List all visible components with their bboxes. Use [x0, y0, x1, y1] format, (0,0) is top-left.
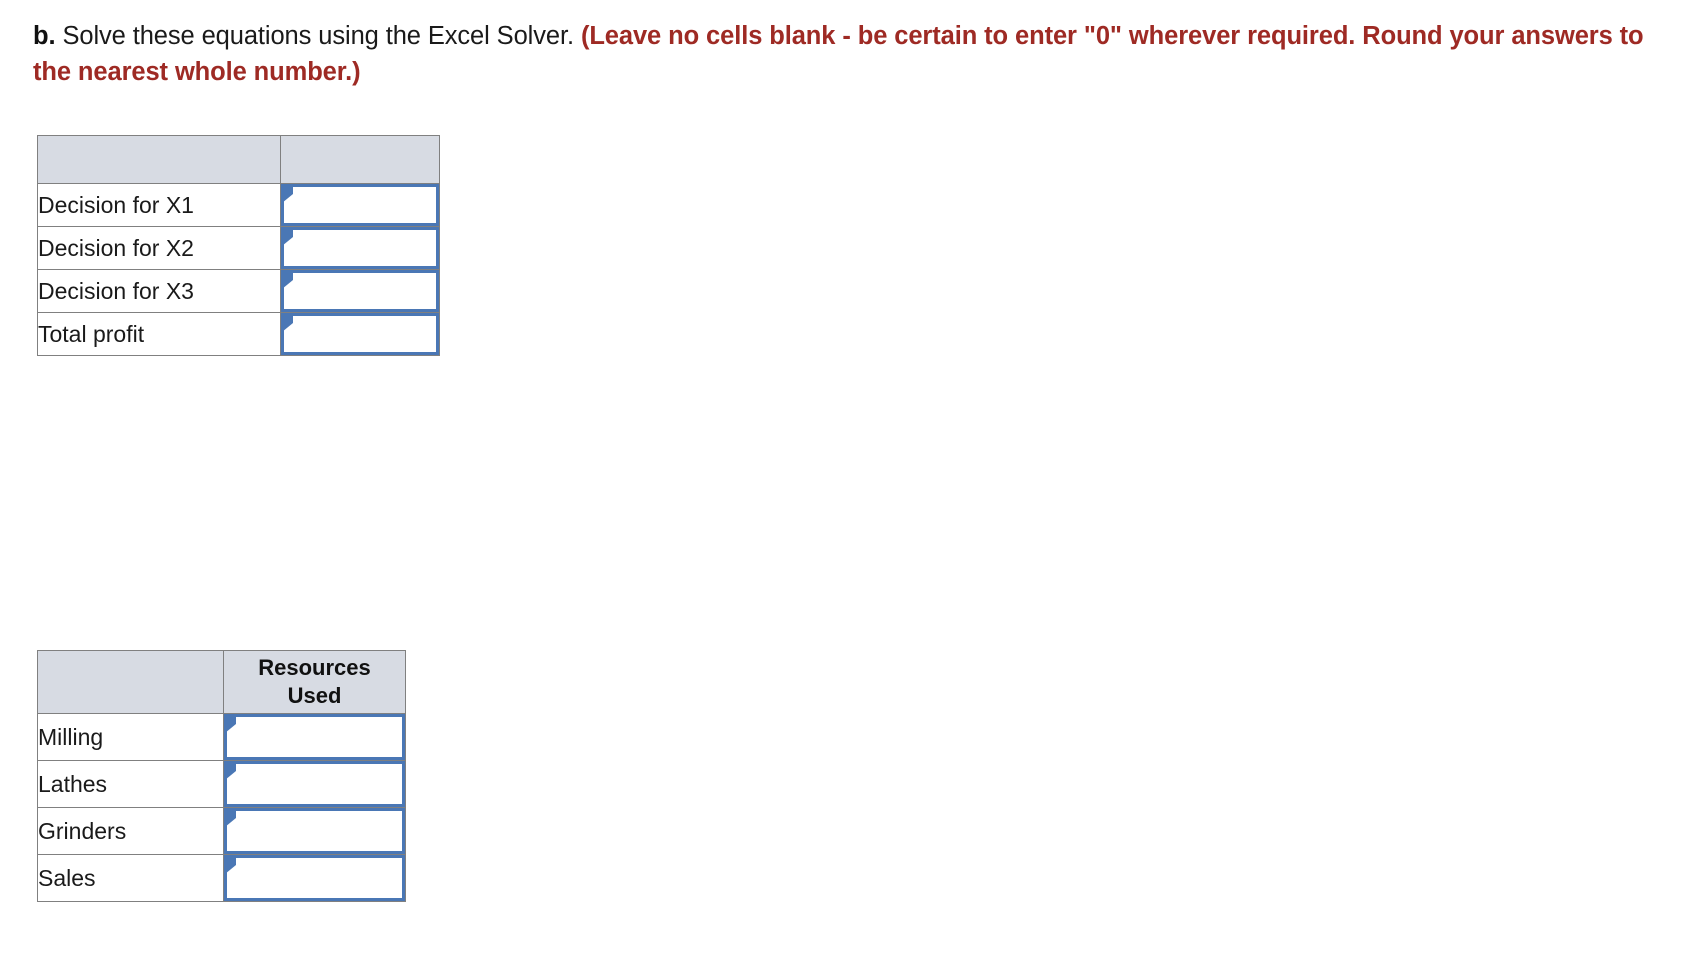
resources-row-label-lathes: Lathes: [37, 760, 224, 808]
question-label: b.: [33, 22, 56, 50]
answer-wrap: [224, 714, 405, 760]
decision-input-x1[interactable]: [281, 184, 439, 226]
resources-input-cell-sales[interactable]: [223, 854, 406, 902]
decision-input-cell-x2[interactable]: [280, 226, 440, 270]
decision-header-blank-cell: [37, 135, 281, 184]
resources-header-col2-label: Resources Used: [258, 655, 371, 708]
answer-wrap: [281, 313, 439, 355]
resources-row-label-sales: Sales: [37, 854, 224, 902]
answer-wrap: [224, 855, 405, 901]
answer-wrap: [224, 761, 405, 807]
resources-header-blank-cell: [37, 650, 224, 714]
decision-table-header-row: [37, 135, 440, 184]
table-row: Total profit: [37, 312, 440, 356]
decision-row-label-x3: Decision for X3: [37, 269, 281, 313]
answer-wrap: [281, 184, 439, 226]
resources-input-cell-milling[interactable]: [223, 713, 406, 761]
table-row: Decision for X3: [37, 269, 440, 313]
decision-header-col1-label: [38, 157, 280, 163]
decision-row-label-x1: Decision for X1: [37, 183, 281, 227]
resources-input-lathes[interactable]: [224, 761, 405, 807]
resources-table: Resources Used Milling Lathes Grinders S…: [37, 650, 406, 902]
table-row: Sales: [37, 854, 406, 902]
decision-input-cell-x3[interactable]: [280, 269, 440, 313]
answer-wrap: [224, 808, 405, 854]
answer-wrap: [281, 270, 439, 312]
decision-row-label-total-profit: Total profit: [37, 312, 281, 356]
resources-row-label-grinders: Grinders: [37, 807, 224, 855]
decision-input-x3[interactable]: [281, 270, 439, 312]
resources-table-header-row: Resources Used: [37, 650, 406, 714]
table-row: Decision for X2: [37, 226, 440, 270]
decision-header-col2-label: [281, 157, 439, 163]
decision-table: Decision for X1 Decision for X2 Decision…: [37, 135, 440, 356]
decision-input-cell-x1[interactable]: [280, 183, 440, 227]
answer-wrap: [281, 227, 439, 269]
decision-input-cell-total-profit[interactable]: [280, 312, 440, 356]
decision-input-x2[interactable]: [281, 227, 439, 269]
decision-header-value-cell: [280, 135, 440, 184]
resources-row-label-milling: Milling: [37, 713, 224, 761]
resources-input-sales[interactable]: [224, 855, 405, 901]
resources-header-col1-label: [38, 679, 223, 685]
decision-row-label-x2: Decision for X2: [37, 226, 281, 270]
table-row: Grinders: [37, 807, 406, 855]
table-row: Milling: [37, 713, 406, 761]
resources-input-grinders[interactable]: [224, 808, 405, 854]
question-text: Solve these equations using the Excel So…: [55, 22, 581, 50]
question-prompt: b. Solve these equations using the Excel…: [33, 18, 1673, 90]
resources-input-milling[interactable]: [224, 714, 405, 760]
table-row: Lathes: [37, 760, 406, 808]
decision-input-total-profit[interactable]: [281, 313, 439, 355]
resources-header-used-cell: Resources Used: [223, 650, 406, 714]
resources-input-cell-lathes[interactable]: [223, 760, 406, 808]
table-row: Decision for X1: [37, 183, 440, 227]
resources-input-cell-grinders[interactable]: [223, 807, 406, 855]
